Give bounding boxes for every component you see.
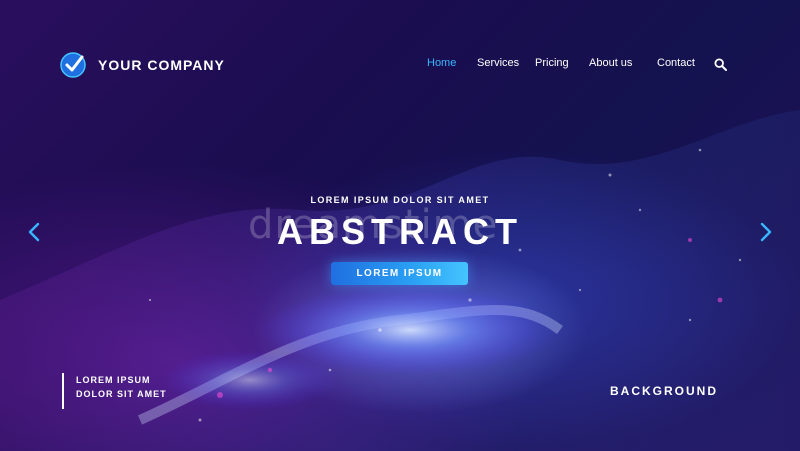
hero-headline: ABSTRACT	[277, 211, 523, 252]
brand-name: YOUR COMPANY	[98, 57, 225, 73]
nav-item-contact[interactable]: Contact	[657, 57, 695, 69]
hero-cta-button[interactable]: LOREM IPSUM	[331, 262, 468, 285]
search-icon[interactable]	[714, 58, 727, 71]
bottom-left-caption: LOREM IPSUM DOLOR SIT AMET	[62, 373, 167, 409]
caption-line-2: DOLOR SIT AMET	[76, 389, 167, 399]
background-label: BACKGROUND	[610, 384, 718, 398]
checkmark-badge-icon	[60, 52, 86, 78]
nav-item-pricing[interactable]: Pricing	[535, 57, 569, 69]
nav-item-home[interactable]: Home	[427, 57, 456, 69]
nav-item-services[interactable]: Services	[477, 57, 519, 69]
nav-item-about-us[interactable]: About us	[589, 57, 632, 69]
site-header: YOUR COMPANY Home Services Pricing About…	[0, 0, 800, 120]
brand-logo[interactable]: YOUR COMPANY	[60, 51, 225, 79]
caption-line-1: LOREM IPSUM	[76, 375, 151, 385]
